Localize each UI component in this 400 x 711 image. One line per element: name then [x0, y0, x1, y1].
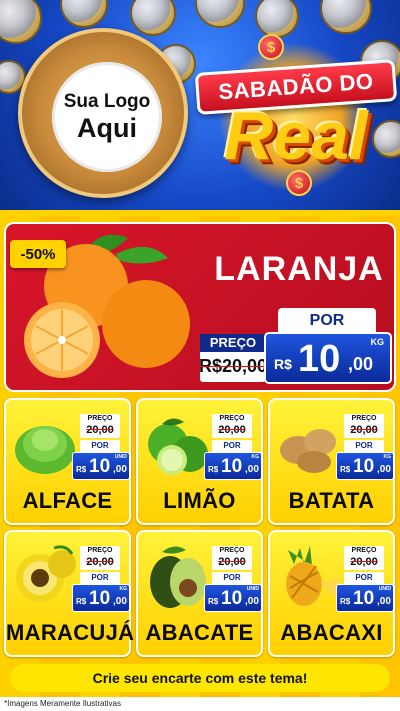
price-tag: R$ 10,00 UNID [336, 584, 394, 612]
price-decimal: ,00 [245, 596, 259, 607]
dollar-coin-icon: $ [286, 170, 312, 196]
por-label: POR [80, 572, 120, 584]
old-price-value: 20,00 [218, 424, 246, 436]
old-price-value: 20,00 [86, 556, 114, 568]
old-price-label: PREÇO [87, 415, 113, 422]
old-price-value: R$20,00 [198, 356, 268, 376]
por-label: POR [80, 440, 120, 452]
old-price-box: PREÇO 20,00 [344, 546, 384, 570]
price-tag: R$ 10,00 UNID [204, 584, 262, 612]
currency-symbol: R$ [340, 597, 351, 606]
price-tag: R$ 10,00 KG [336, 452, 394, 480]
old-price-box: PREÇO 20,00 [212, 414, 252, 438]
featured-product-name: LARANJA [214, 250, 384, 288]
currency-symbol: R$ [76, 597, 87, 606]
old-price-value: 20,00 [350, 556, 378, 568]
old-price-box: PREÇO 20,00 [344, 414, 384, 438]
price-decimal: ,00 [348, 354, 374, 374]
price-unit: UNID [246, 586, 259, 592]
logo-line-2: Aqui [77, 113, 137, 143]
product-card: PREÇO 20,00 POR R$ 10,00 UNID ALFACE [4, 398, 131, 525]
product-name: ALFACE [22, 488, 113, 513]
currency-symbol: R$ [274, 356, 292, 372]
logo-line-1: Sua Logo [63, 91, 151, 112]
title-big-text: Real [224, 98, 368, 174]
price-unit: UNID [378, 586, 391, 592]
currency-symbol: R$ [340, 465, 351, 474]
coin-icon [130, 0, 176, 36]
logo-placeholder: Sua Logo Aqui [18, 28, 188, 198]
featured-old-price: PREÇO R$20,00 [198, 334, 268, 382]
old-price-label: PREÇO [219, 547, 245, 554]
old-price-label: PREÇO [200, 334, 266, 352]
por-label: POR [278, 308, 376, 334]
coin-icon [320, 0, 372, 34]
lettuce-icon [10, 410, 80, 480]
avocado-icon [142, 542, 212, 612]
currency-symbol: R$ [76, 465, 87, 474]
passion-fruit-icon [10, 542, 80, 612]
price-decimal: ,00 [113, 596, 127, 607]
price-integer: 10 [89, 588, 111, 609]
price-integer: 10 [298, 338, 341, 380]
old-price-value: 20,00 [350, 424, 378, 436]
price-integer: 10 [221, 456, 243, 477]
price-unit: UNID [114, 454, 127, 460]
logo-text: Sua Logo Aqui [52, 62, 162, 172]
old-price-box: PREÇO 20,00 [80, 546, 120, 570]
old-price-label: PREÇO [87, 547, 113, 554]
pineapple-icon [274, 542, 344, 612]
discount-badge: -50% [10, 240, 66, 268]
currency-symbol: R$ [208, 597, 219, 606]
product-card: PREÇO 20,00 POR R$ 10,00 KG LIMÃO [136, 398, 263, 525]
price-integer: 10 [353, 588, 375, 609]
por-label: POR [344, 572, 384, 584]
product-card: PREÇO 20,00 POR R$ 10,00 KG BATATA [268, 398, 395, 525]
price-tag: R$ 10,00 KG [72, 584, 130, 612]
por-label: POR [344, 440, 384, 452]
price-integer: 10 [89, 456, 111, 477]
coin-icon [0, 0, 42, 44]
footnote: *Imagens Meramente Ilustrativas [0, 697, 400, 711]
lime-icon [142, 410, 212, 480]
price-decimal: ,00 [377, 596, 391, 607]
potato-icon [274, 410, 344, 480]
price-tag: R$ 10,00 UNID [72, 452, 130, 480]
dollar-coin-icon: $ [258, 34, 284, 60]
campaign-title: SABADÃO DO Real $ $ [194, 30, 398, 205]
old-price-label: PREÇO [219, 415, 245, 422]
price-unit: KG [383, 454, 392, 460]
header-banner: Sua Logo Aqui SABADÃO DO Real $ $ [0, 0, 400, 212]
product-card: PREÇO 20,00 POR R$ 10,00 UNID ABACATE [136, 530, 263, 657]
price-decimal: ,00 [245, 464, 259, 475]
price-integer: 10 [353, 456, 375, 477]
price-decimal: ,00 [377, 464, 391, 475]
price-unit: KG [370, 337, 385, 347]
product-name: LIMÃO [163, 488, 236, 513]
cta-banner: Crie seu encarte com este tema! [10, 664, 390, 692]
old-price-value: 20,00 [218, 556, 246, 568]
price-integer: 10 [221, 588, 243, 609]
price-unit: KG [119, 586, 128, 592]
product-name: MARACUJÁ [6, 620, 135, 645]
product-name: ABACAXI [280, 620, 383, 645]
price-tag: R$ 10,00 KG [204, 452, 262, 480]
coin-icon [195, 0, 245, 28]
product-name: BATATA [288, 488, 375, 513]
por-label: POR [212, 440, 252, 452]
old-price-box: PREÇO 20,00 [212, 546, 252, 570]
old-price-box: PREÇO 20,00 [80, 414, 120, 438]
coin-icon [60, 0, 108, 28]
old-price-label: PREÇO [351, 547, 377, 554]
price-decimal: ,00 [113, 464, 127, 475]
product-name: ABACATE [145, 620, 254, 645]
por-label: POR [212, 572, 252, 584]
featured-price-tag: R$ 10 ,00 KG [264, 332, 392, 384]
price-unit: KG [251, 454, 260, 460]
product-card: PREÇO 20,00 POR R$ 10,00 KG MARACUJÁ [4, 530, 135, 657]
old-price-label: PREÇO [351, 415, 377, 422]
currency-symbol: R$ [208, 465, 219, 474]
product-card: PREÇO 20,00 POR R$ 10,00 UNID ABACAXI [268, 530, 395, 657]
old-price-value: 20,00 [86, 424, 114, 436]
